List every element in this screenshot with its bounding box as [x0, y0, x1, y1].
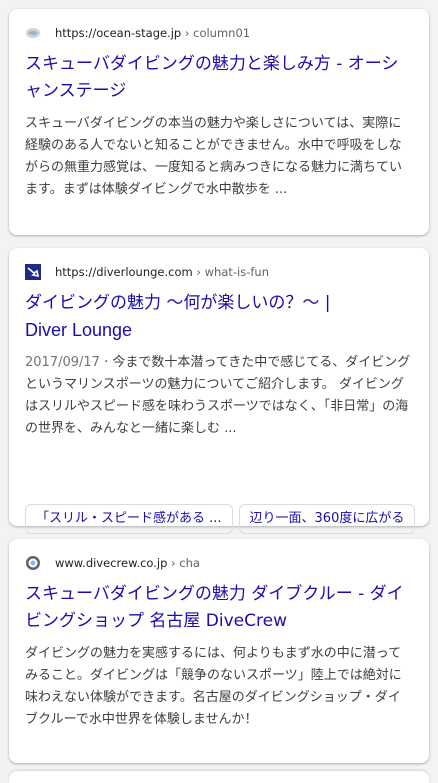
sitelink-chips: 「スリル・スピード感がある ... 辺り一面、360度に広がる — [25, 504, 429, 534]
result-url-row[interactable]: https://ocean-stage.jp › column01 — [25, 23, 413, 43]
result-url: https://diverlounge.com › what-is-fun — [55, 265, 270, 279]
result-title-link[interactable]: スキューバダイビングの魅力と楽しみ方 - オーシャンステージ — [25, 51, 413, 105]
result-url-row[interactable]: https://diverlounge.com › what-is-fun — [25, 262, 413, 282]
result-title-line: Diver Lounge — [25, 320, 133, 340]
result-date: 2017/09/17 — [25, 355, 100, 370]
result-title-link[interactable]: ダイビングの魅力 ～何が楽しいの？～ | Diver Lounge — [25, 290, 413, 344]
search-result-card: www.divecrew.co.jp › cha スキューバダイビングの魅力 ダ… — [9, 539, 429, 763]
sitelink-chip[interactable]: 辺り一面、360度に広がる — [238, 504, 416, 534]
result-url-row[interactable]: www.divecrew.co.jp › cha — [25, 553, 413, 573]
sitelink-chip[interactable]: 「スリル・スピード感がある ... — [25, 504, 233, 534]
ocean-stage-icon — [25, 25, 41, 41]
result-url: https://ocean-stage.jp › column01 — [55, 26, 251, 40]
diver-lounge-icon — [25, 264, 41, 280]
result-url: www.divecrew.co.jp › cha — [55, 556, 200, 570]
search-result-card: https://ocean-stage.jp › column01 スキューバダ… — [9, 9, 429, 235]
search-result-card: https://diverlounge.com › what-is-fun ダイ… — [9, 248, 429, 534]
result-snippet: スキューバダイビングの本当の魅力や楽しさについては、実際に経験のある人でないと知… — [25, 116, 403, 197]
result-title-link[interactable]: スキューバダイビングの魅力 ダイブクルー - ダイビングショップ 名古屋 Div… — [25, 581, 413, 635]
next-result-card-edge — [9, 771, 429, 783]
result-snippet: 2017/09/17 · 今まで数十本潜ってきた中で感じてる、ダイビングというマ… — [25, 355, 411, 436]
result-snippet: ダイビングの魅力を実感するには、何よりもまず水の中に潜ってみること。ダイビングは… — [25, 646, 402, 727]
result-title-line: ダイビングの魅力 ～何が楽しいの？～ | — [25, 293, 331, 313]
globe-icon — [25, 555, 41, 571]
